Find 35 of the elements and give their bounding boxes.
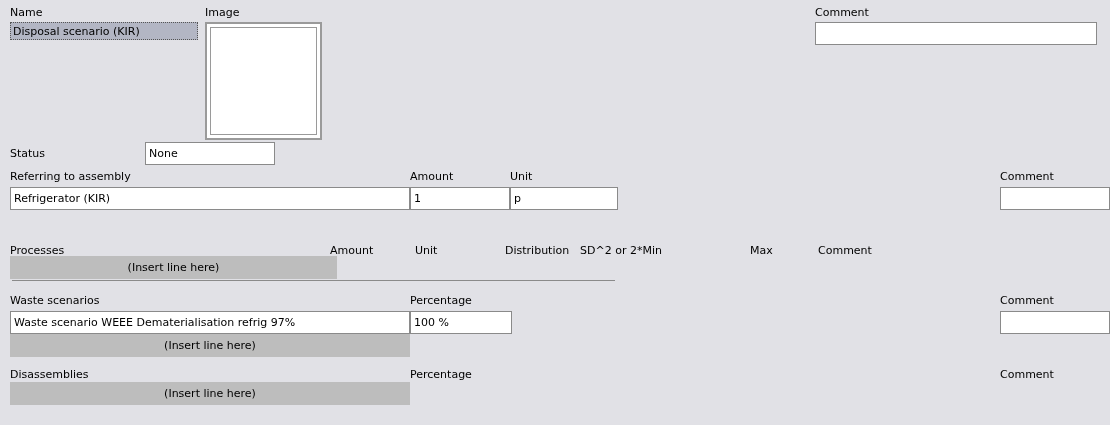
field-label: Comment (1000, 368, 1055, 382)
field-label: Image (205, 6, 241, 20)
field-label: Waste scenarios (10, 294, 101, 308)
name-list-item[interactable]: Disposal scenario (KIR) (10, 22, 198, 40)
status-field[interactable]: None (145, 142, 275, 165)
insert-line-row[interactable]: (Insert line here) (10, 256, 337, 279)
field-label: Unit (510, 170, 534, 184)
assembly-field[interactable]: Refrigerator (KIR) (10, 187, 410, 210)
image-field[interactable] (205, 22, 322, 140)
percentage-field[interactable]: 100 % (410, 311, 512, 334)
column-header: Amount (330, 244, 375, 258)
column-header: Distribution (505, 244, 571, 258)
field-label: Status (10, 146, 47, 161)
column-header: Comment (818, 244, 872, 258)
insert-line-row[interactable]: (Insert line here) (10, 334, 410, 357)
field-label: Comment (1000, 170, 1055, 184)
comment-field[interactable] (815, 22, 1097, 45)
field-label: Disassemblies (10, 368, 90, 382)
comment-field[interactable] (1000, 187, 1110, 210)
comment-field[interactable] (1000, 311, 1110, 334)
insert-line-row[interactable]: (Insert line here) (10, 382, 410, 405)
unit-field[interactable]: p (510, 187, 618, 210)
column-header: SD^2 or 2*Min (580, 244, 663, 258)
column-header: Processes (10, 244, 66, 258)
field-label: Comment (1000, 294, 1055, 308)
waste-scenario-field[interactable]: Waste scenario WEEE Dematerialisation refrig 97% (10, 311, 410, 334)
column-header: Max (750, 244, 774, 258)
field-label: Referring to assembly (10, 170, 132, 184)
field-label: Percentage (410, 294, 473, 308)
column-header: Unit (415, 244, 439, 258)
field-label: Percentage (410, 368, 473, 382)
field-label: Amount (410, 170, 455, 184)
field-label: Name (10, 6, 44, 20)
field-label: Comment (815, 6, 870, 20)
amount-field[interactable]: 1 (410, 187, 510, 210)
